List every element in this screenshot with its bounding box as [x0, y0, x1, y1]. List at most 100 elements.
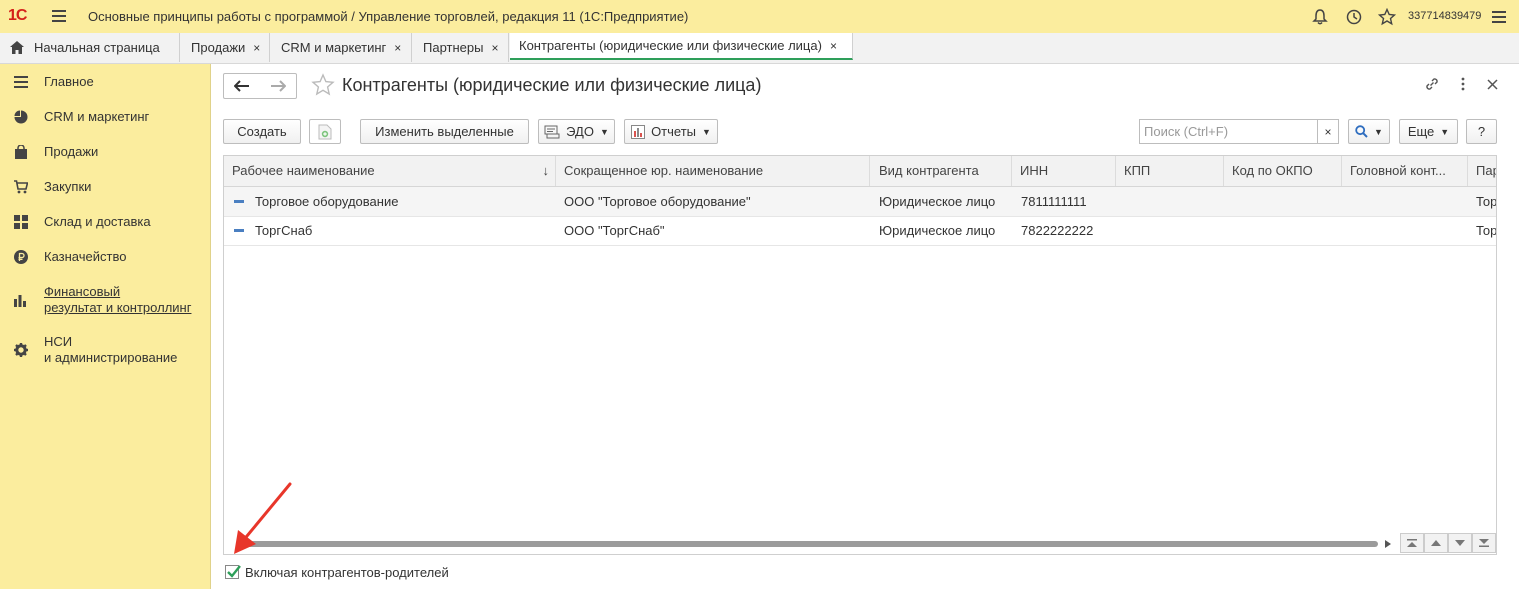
favorites-star-icon[interactable] [1378, 8, 1396, 26]
search-input[interactable] [1139, 119, 1317, 144]
scroll-to-bottom-button[interactable] [1472, 533, 1496, 553]
sidebar-item-label: НСИ и администрирование [44, 334, 178, 365]
cell-head-counterparty [1350, 187, 1468, 216]
cell-work-name: ТоргСнаб [255, 223, 313, 238]
scroll-up-button[interactable] [1424, 533, 1448, 553]
cell-kpp [1124, 187, 1224, 216]
pie-chart-icon [14, 110, 28, 124]
checkmark-icon [227, 565, 241, 578]
help-button[interactable]: ? [1466, 119, 1497, 144]
bar-chart-icon [14, 295, 26, 307]
scroll-to-top-button[interactable] [1400, 533, 1424, 553]
edit-selected-button[interactable]: Изменить выделенные [360, 119, 529, 144]
column-header-okpo[interactable]: Код по ОКПО [1224, 156, 1342, 186]
scroll-right-icon[interactable] [1385, 540, 1391, 548]
back-button[interactable] [223, 73, 261, 99]
app-logo[interactable]: 1С [8, 7, 27, 25]
cell-okpo [1232, 187, 1342, 216]
include-parents-label[interactable]: Включая контрагентов-родителей [245, 565, 449, 580]
sidebar-item-main[interactable]: Главное [14, 74, 94, 90]
column-header-short-legal-name[interactable]: Сокращенное юр. наименование [556, 156, 870, 186]
cell-partner: Тор [1476, 194, 1497, 209]
sidebar-item-label: Финансовый результат и контроллинг [44, 284, 192, 315]
add-to-favorites-star-icon[interactable] [311, 73, 335, 97]
sidebar-item-crm[interactable]: CRM и маркетинг [14, 109, 149, 125]
scroll-top-icon [1407, 539, 1417, 547]
more-button[interactable]: Еще ▼ [1399, 119, 1458, 144]
table-header: Рабочее наименование ↓ Сокращенное юр. н… [224, 156, 1496, 187]
column-header-label: Рабочее наименование [232, 163, 375, 178]
tab-label: Начальная страница [34, 40, 160, 55]
link-icon[interactable] [1424, 76, 1440, 92]
column-header-inn[interactable]: ИНН [1012, 156, 1116, 186]
more-vertical-icon[interactable] [1457, 77, 1469, 91]
cell-kpp [1124, 216, 1224, 245]
column-header-partner[interactable]: Пар [1468, 156, 1496, 186]
chevron-down-icon: ▼ [702, 126, 711, 137]
column-header-counterparty-type[interactable]: Вид контрагента [870, 156, 1012, 186]
include-parents-checkbox[interactable] [225, 565, 241, 579]
bell-icon[interactable] [1311, 8, 1329, 26]
sidebar-item-label: Казначейство [44, 249, 127, 264]
cell-short-legal-name: ООО "Торговое оборудование" [564, 194, 751, 209]
close-window-icon[interactable] [1487, 79, 1498, 90]
cell-partner: Тор [1476, 223, 1497, 238]
tab-home[interactable]: Начальная страница [0, 33, 180, 62]
table-row[interactable]: Торговое оборудование ООО "Торговое обор… [224, 187, 1497, 217]
sidebar-item-label: CRM и маркетинг [44, 109, 150, 124]
tab-label: Партнеры [423, 40, 484, 55]
user-menu-icon[interactable] [1492, 11, 1506, 23]
menu-icon [14, 76, 28, 88]
arrow-left-icon [234, 80, 249, 92]
tab-sales[interactable]: Продажи × [181, 33, 270, 62]
sidebar-item-admin[interactable]: НСИ и администрирование [14, 334, 177, 366]
sidebar-item-treasury[interactable]: Казначейство [14, 249, 126, 265]
tab-counterparties[interactable]: Контрагенты (юридические или физические … [510, 33, 853, 60]
grid-icon [14, 215, 28, 229]
create-button[interactable]: Создать [223, 119, 301, 144]
tab-close-icon[interactable]: × [830, 39, 837, 53]
column-header-work-name[interactable]: Рабочее наименование ↓ [224, 156, 556, 186]
column-header-head-counterparty[interactable]: Головной конт... [1342, 156, 1468, 186]
search-button[interactable]: ▼ [1348, 119, 1390, 144]
table-row[interactable]: ТоргСнаб ООО "ТоргСнаб" Юридическое лицо… [224, 216, 1497, 246]
cell-inn: 7811111111 [1021, 194, 1087, 209]
search-icon [1355, 125, 1368, 138]
sidebar-item-label: Главное [44, 74, 94, 89]
tab-close-icon[interactable]: × [491, 41, 498, 55]
reports-button[interactable]: Отчеты ▼ [624, 119, 718, 144]
edo-label: ЭДО [566, 124, 594, 139]
scroll-up-icon [1431, 540, 1441, 546]
tab-close-icon[interactable]: × [253, 41, 260, 55]
chevron-down-icon: ▼ [1374, 126, 1383, 137]
sidebar-item-warehouse[interactable]: Склад и доставка [14, 214, 151, 230]
edo-icon [544, 125, 560, 138]
sidebar-item-sales[interactable]: Продажи [14, 144, 98, 160]
forward-button[interactable] [260, 73, 297, 99]
copy-button[interactable] [309, 119, 341, 144]
scroll-down-icon [1455, 540, 1465, 546]
cell-counterparty-type: Юридическое лицо [879, 194, 996, 209]
main-menu-icon[interactable] [52, 10, 66, 22]
tab-crm[interactable]: CRM и маркетинг × [271, 33, 412, 62]
tab-label: Продажи [191, 40, 246, 55]
counterparties-table: Рабочее наименование ↓ Сокращенное юр. н… [223, 155, 1497, 555]
tab-close-icon[interactable]: × [394, 41, 401, 55]
cell-head-counterparty [1350, 216, 1468, 245]
column-header-kpp[interactable]: КПП [1116, 156, 1224, 186]
user-name[interactable]: 337714839479 [1408, 10, 1481, 22]
home-icon [10, 41, 24, 54]
search-clear-button[interactable]: × [1317, 119, 1339, 144]
horizontal-scrollbar-thumb[interactable] [236, 541, 1378, 547]
arrow-right-icon [271, 80, 286, 92]
tab-partners[interactable]: Партнеры × [413, 33, 509, 62]
cart-icon [14, 180, 28, 194]
history-icon[interactable] [1345, 8, 1363, 26]
edo-button[interactable]: ЭДО ▼ [538, 119, 615, 144]
sidebar-item-purchases[interactable]: Закупки [14, 179, 91, 195]
scroll-down-button[interactable] [1448, 533, 1472, 553]
cell-inn: 7822222222 [1021, 223, 1094, 238]
open-tabs-bar: Начальная страница Продажи × CRM и марке… [0, 33, 1519, 64]
sidebar-item-financial-result[interactable]: Финансовый результат и контроллинг [14, 284, 191, 316]
cell-short-legal-name: ООО "ТоргСнаб" [564, 223, 665, 238]
